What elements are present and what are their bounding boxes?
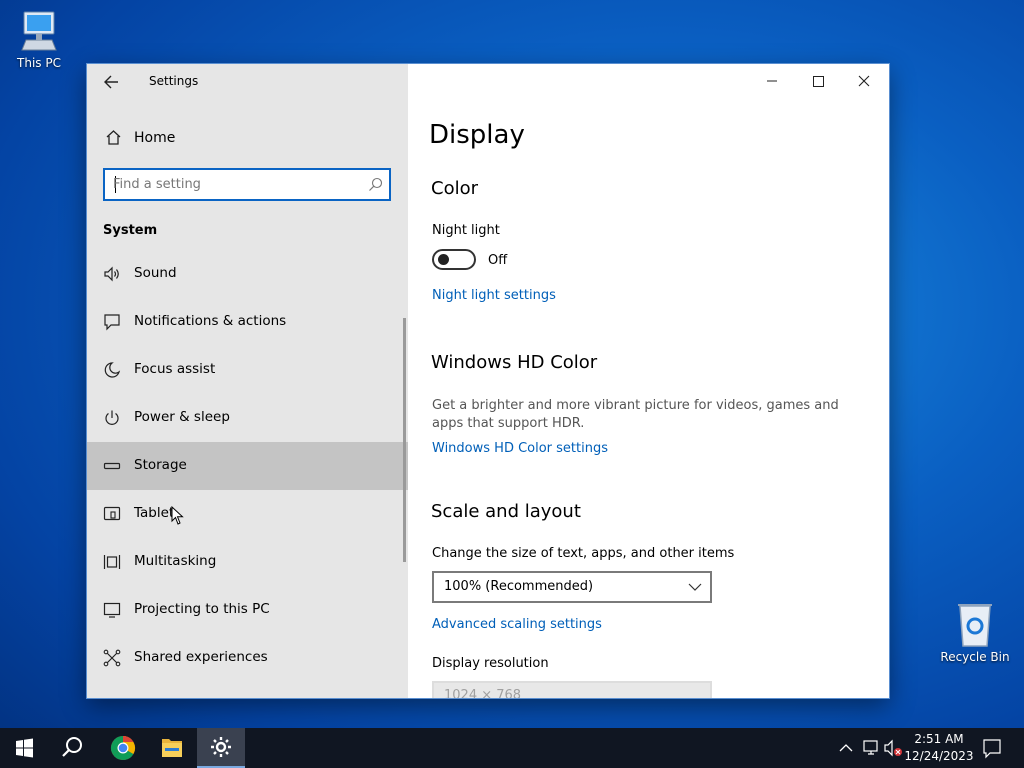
night-light-toggle[interactable] <box>432 249 476 270</box>
chrome-icon <box>110 736 136 761</box>
sidebar-item-label: Projecting to this PC <box>134 601 270 617</box>
clock-date: 12/24/2023 <box>904 749 974 763</box>
clock-time: 2:51 AM <box>914 732 964 746</box>
taskbar: 2:51 AM 12/24/2023 <box>0 728 1024 768</box>
minimize-button[interactable] <box>749 64 795 98</box>
sidebar-item-tablet[interactable]: Tablet <box>87 490 408 538</box>
night-light-label: Night light <box>432 223 500 238</box>
chrome-taskbar-button[interactable] <box>99 728 147 768</box>
windows-logo-icon <box>16 738 33 758</box>
resolution-dropdown[interactable]: 1024 × 768 <box>432 681 712 698</box>
sidebar-item-sound[interactable]: Sound <box>87 250 408 298</box>
folder-icon <box>162 739 182 757</box>
search-icon <box>62 737 82 757</box>
advanced-scaling-link[interactable]: Advanced scaling settings <box>432 617 602 632</box>
section-heading-scale-layout: Scale and layout <box>431 501 581 522</box>
night-light-state: Off <box>488 253 508 268</box>
projecting-icon <box>103 602 121 618</box>
gear-icon <box>211 737 231 757</box>
settings-main-pane: Display Color Night light Off Night ligh… <box>408 64 889 698</box>
sidebar-item-label: Multitasking <box>134 553 217 569</box>
home-label: Home <box>134 130 176 146</box>
sidebar-item-label: Shared experiences <box>134 649 268 665</box>
back-button[interactable] <box>101 72 123 92</box>
scale-dropdown[interactable]: 100% (Recommended) <box>432 571 712 603</box>
window-controls <box>749 64 889 98</box>
display-resolution-label: Display resolution <box>432 656 549 671</box>
minimize-icon <box>767 80 777 82</box>
computer-icon <box>21 11 57 51</box>
hd-color-settings-link[interactable]: Windows HD Color settings <box>432 441 608 456</box>
desktop-icon-label: Recycle Bin <box>940 650 1010 664</box>
maximize-icon <box>813 76 824 87</box>
section-heading-system: System <box>103 223 158 238</box>
power-icon <box>105 410 119 425</box>
recycle-bin-icon <box>958 604 992 647</box>
volume-tray-button[interactable] <box>882 728 904 768</box>
text-size-label: Change the size of text, apps, and other… <box>432 546 735 561</box>
page-title: Display <box>429 120 525 150</box>
maximize-button[interactable] <box>795 64 841 98</box>
sidebar-item-label: Focus assist <box>134 361 216 377</box>
section-heading-color: Color <box>431 178 478 199</box>
sidebar-item-notifications[interactable]: Notifications & actions <box>87 298 408 346</box>
network-icon <box>863 740 878 755</box>
taskbar-clock[interactable]: 2:51 AM 12/24/2023 <box>904 731 974 765</box>
hd-color-description: Get a brighter and more vibrant picture … <box>432 398 839 431</box>
home-icon <box>106 130 121 145</box>
search-input[interactable] <box>113 174 353 195</box>
shared-experiences-icon <box>103 649 121 667</box>
settings-sidebar: Settings Home System Sound <box>87 64 408 698</box>
desktop-icon-this-pc[interactable]: This PC <box>1 8 77 70</box>
home-nav-item[interactable]: Home <box>87 120 408 156</box>
close-icon <box>858 75 870 87</box>
sidebar-item-label: Power & sleep <box>134 409 230 425</box>
multitasking-icon <box>103 555 121 569</box>
action-center-button[interactable] <box>980 728 1004 768</box>
sidebar-item-multitasking[interactable]: Multitasking <box>87 538 408 586</box>
close-button[interactable] <box>841 64 887 98</box>
sidebar-nav: Sound Notifications & actions Focus assi… <box>87 250 408 682</box>
sidebar-item-focus-assist[interactable]: Focus assist <box>87 346 408 394</box>
toggle-knob <box>438 254 449 265</box>
back-arrow-icon <box>104 75 118 89</box>
window-title: Settings <box>149 74 199 88</box>
mouse-cursor-icon <box>171 506 184 525</box>
sidebar-item-storage[interactable]: Storage <box>87 442 408 490</box>
sidebar-item-shared-experiences[interactable]: Shared experiences <box>87 634 408 682</box>
speaker-icon <box>104 266 119 282</box>
search-icon <box>369 177 383 191</box>
show-hidden-icons-button[interactable] <box>836 728 856 768</box>
resolution-dropdown-value: 1024 × 768 <box>444 688 522 698</box>
chevron-down-icon <box>688 583 702 591</box>
tablet-icon <box>103 506 121 521</box>
moon-icon <box>104 362 121 378</box>
sidebar-scrollbar[interactable] <box>403 318 406 562</box>
title-bar[interactable]: Settings <box>87 64 408 98</box>
settings-taskbar-button[interactable] <box>197 728 245 768</box>
volume-muted-icon <box>884 739 902 757</box>
search-taskbar-button[interactable] <box>48 728 96 768</box>
storage-icon <box>103 462 121 470</box>
sidebar-item-label: Storage <box>134 457 187 473</box>
desktop-icon-label: This PC <box>17 56 61 70</box>
sidebar-item-label: Tablet <box>134 505 175 521</box>
scale-dropdown-value: 100% (Recommended) <box>444 579 594 594</box>
network-tray-button[interactable] <box>860 728 882 768</box>
sidebar-item-power-sleep[interactable]: Power & sleep <box>87 394 408 442</box>
night-light-settings-link[interactable]: Night light settings <box>432 288 556 303</box>
settings-window: Settings Home System Sound <box>87 64 889 698</box>
start-button[interactable] <box>0 728 48 768</box>
file-explorer-taskbar-button[interactable] <box>148 728 196 768</box>
notification-icon <box>104 314 120 331</box>
section-heading-hd-color: Windows HD Color <box>431 352 598 373</box>
desktop-icon-recycle-bin[interactable]: Recycle Bin <box>937 600 1013 664</box>
sidebar-item-label: Sound <box>134 265 177 281</box>
sidebar-item-projecting[interactable]: Projecting to this PC <box>87 586 408 634</box>
action-center-icon <box>983 739 1001 759</box>
chevron-up-icon <box>839 744 853 752</box>
sidebar-item-label: Notifications & actions <box>134 313 287 329</box>
search-box[interactable] <box>103 168 391 201</box>
